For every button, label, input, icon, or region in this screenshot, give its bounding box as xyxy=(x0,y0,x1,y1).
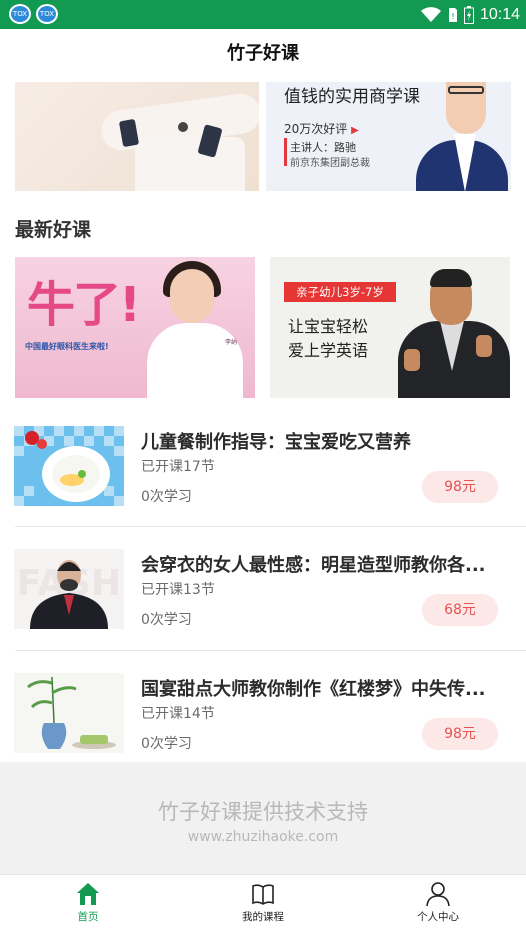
section-title: 最新好课 xyxy=(15,219,92,241)
promo-card-english[interactable]: 亲子幼儿3岁-7岁 让宝宝轻松 爱上学英语 xyxy=(270,257,510,398)
bottom-nav: 首页 我的课程 个人中心 xyxy=(0,874,526,935)
wifi-icon xyxy=(420,6,441,22)
list-divider xyxy=(15,650,526,651)
banner-figure-watch xyxy=(178,122,188,132)
course-thumbnail-image xyxy=(14,673,124,753)
page-title: 竹子好课 xyxy=(227,43,299,64)
banner-subtitle: 值钱的实用商学课 xyxy=(284,87,420,107)
course-learners: 0次学习 xyxy=(141,736,192,752)
course-price-badge[interactable]: 98元 xyxy=(422,471,498,503)
course-thumbnail-image: FASH xyxy=(14,549,124,629)
course-lessons: 已开课14节 xyxy=(141,706,215,722)
nav-item-my-courses[interactable]: 我的课程 xyxy=(213,881,313,931)
promo-line2: 爱上学英语 xyxy=(288,341,369,360)
promo-doctor-face xyxy=(170,269,214,323)
status-time: 10:14 xyxy=(479,5,520,23)
book-icon xyxy=(252,884,274,905)
course-learners: 0次学习 xyxy=(141,489,192,505)
title-bar: 竹子好课 xyxy=(0,29,526,79)
svg-text:!: ! xyxy=(451,12,454,21)
course-thumbnail-image xyxy=(14,426,124,506)
course-learners: 0次学习 xyxy=(141,612,192,628)
course-item[interactable]: FASH 会穿衣的女人最性感：明星造型师教你各... 已开课13节 0次学习 6… xyxy=(0,533,526,657)
promo-slogan: 中国最好眼科医生来啦! xyxy=(25,342,109,351)
nav-label: 个人中心 xyxy=(417,911,459,923)
course-lessons: 已开课13节 xyxy=(141,582,215,598)
lecturer-portrait-glasses xyxy=(448,86,484,94)
nav-label: 首页 xyxy=(77,911,99,923)
course-title: 国宴甜点大师教你制作《红楼梦》中失传... xyxy=(141,679,486,700)
course-thumbnail xyxy=(14,426,124,506)
notification-app-icon: TOX xyxy=(9,4,31,24)
promo-thumb-up xyxy=(476,335,492,357)
course-title: 会穿衣的女人最性感：明星造型师教你各... xyxy=(141,555,486,576)
banner-figure-body xyxy=(135,137,245,191)
promo-card-eye-doctor[interactable]: 牛了! 中国最好眼科医生来啦! 李纳 xyxy=(15,257,255,398)
nav-item-home[interactable]: 首页 xyxy=(38,881,138,931)
promo-thumb-up xyxy=(404,349,420,371)
banner-image-left[interactable] xyxy=(15,82,259,191)
promo-doctor-coat xyxy=(147,323,243,398)
no-sim-icon: ! xyxy=(448,7,457,22)
course-price-badge[interactable]: 98元 xyxy=(422,718,498,750)
course-thumbnail: FASH xyxy=(14,549,124,629)
notification-app-icon: TOX xyxy=(36,4,58,24)
course-thumbnail xyxy=(14,673,124,753)
course-title: 儿童餐制作指导：宝宝爱吃又营养 xyxy=(141,432,411,453)
nav-label: 我的课程 xyxy=(242,911,284,923)
status-bar: TOX TOX ! 10:14 xyxy=(0,0,526,29)
promo-headline: 牛了! xyxy=(27,277,141,333)
support-url: www.zhuzihaoke.com xyxy=(187,829,339,845)
notification-label: TOX xyxy=(12,10,28,18)
banner-image-right[interactable]: 值钱的实用商学课 20万次好评 ▶ 主讲人：路驰 前京东集团副总裁 xyxy=(266,82,511,191)
play-arrow-icon: ▶ xyxy=(351,125,359,136)
list-divider xyxy=(15,526,526,527)
nav-item-profile[interactable]: 个人中心 xyxy=(388,881,488,931)
person-icon xyxy=(426,882,450,907)
promo-line1: 让宝宝轻松 xyxy=(288,317,369,336)
banner-rating: 20万次好评 ▶ xyxy=(284,120,359,137)
course-lessons: 已开课17节 xyxy=(141,459,215,475)
support-footer: 竹子好课提供技术支持 www.zhuzihaoke.com xyxy=(0,762,526,874)
banner-organization: 前京东集团副总裁 xyxy=(290,158,370,169)
support-text: 竹子好课提供技术支持 xyxy=(158,800,368,824)
banner-accent-bar xyxy=(284,138,287,166)
promo-doctor-name: 李纳 xyxy=(225,339,238,346)
banner-rating-text: 20万次好评 xyxy=(284,122,348,136)
promo-age-label: 亲子幼儿3岁-7岁 xyxy=(284,282,396,302)
notification-label: TOX xyxy=(39,10,55,18)
banner-lecturer: 主讲人：路驰 xyxy=(290,141,356,154)
home-icon xyxy=(77,883,99,905)
battery-icon xyxy=(463,5,474,24)
course-item[interactable]: 儿童餐制作指导：宝宝爱吃又营养 已开课17节 0次学习 98元 xyxy=(0,410,526,534)
course-price-badge[interactable]: 68元 xyxy=(422,594,498,626)
promo-teacher-hair xyxy=(430,269,472,287)
